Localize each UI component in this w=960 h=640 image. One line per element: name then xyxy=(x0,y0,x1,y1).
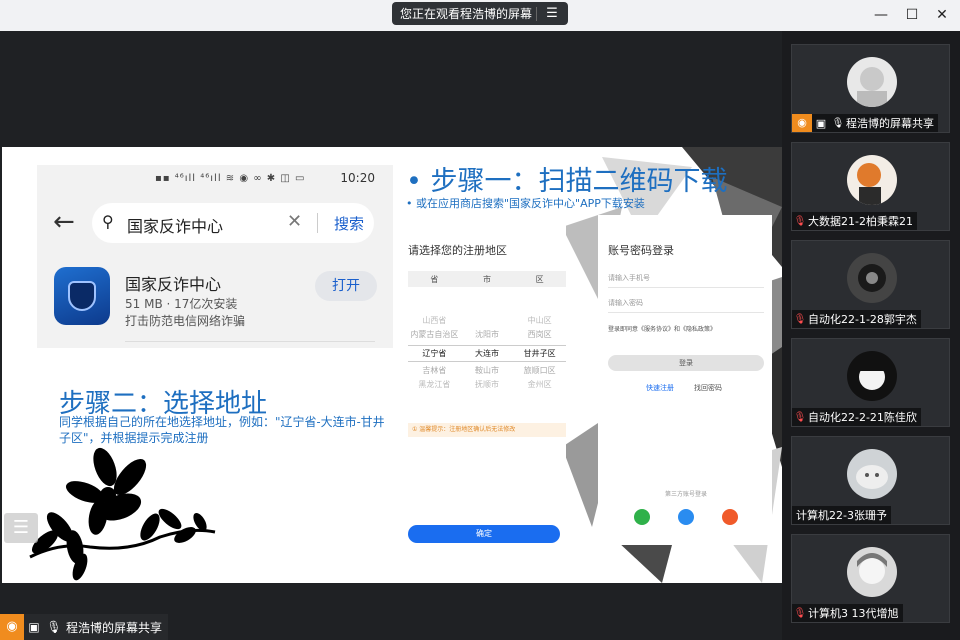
microphone-icon: 🎙 xyxy=(831,117,845,129)
region-row: 山西省 中山区 xyxy=(422,316,552,325)
muted-microphone-icon: 🎙 xyxy=(793,607,807,619)
participant-name: 计算机22-3张珊予 xyxy=(796,509,887,522)
screen-share-icon: ▣ xyxy=(28,620,40,634)
region-warning: ① 温馨提示：注册地区确认后无法修改 xyxy=(408,423,566,437)
minimize-icon[interactable]: — xyxy=(872,6,890,24)
column-header: 区 xyxy=(535,274,544,284)
back-arrow-icon: ← xyxy=(53,207,75,237)
step1-title: • 步骤一：扫描二维码下载 xyxy=(406,166,728,197)
phone-field: 请输入手机号 xyxy=(608,273,764,288)
app-name: 国家反诈中心 xyxy=(125,275,222,294)
muted-microphone-icon: 🎙 xyxy=(793,313,807,325)
participant-tile[interactable]: 🎙 自动化22-1-28郭宇杰 xyxy=(791,240,950,329)
maximize-icon[interactable]: ☐ xyxy=(903,6,921,24)
avatar xyxy=(847,449,897,499)
participant-tile[interactable]: 🎙 自动化22-2-21陈佳欣 xyxy=(791,338,950,427)
status-time: 10:20 xyxy=(340,171,375,185)
weibo-icon xyxy=(722,509,738,525)
search-query: 国家反诈中心 xyxy=(127,217,224,236)
shared-screen-area: ▪▪ ⁴⁶ıll ⁴⁶ıll ≋ ◉ ∞ ✱ ◫ ▭ 10:20 ← ⚲ 国家反… xyxy=(0,31,782,640)
participant-tile[interactable]: 🎙 计算机3 13代增旭 xyxy=(791,534,950,623)
presenter-badge-icon: ◉ xyxy=(0,614,24,640)
avatar xyxy=(847,547,897,597)
password-field: 请输入密码 xyxy=(608,298,764,313)
region-row-selected: 辽宁省 大连市 甘井子区 xyxy=(408,345,566,362)
participant-label: 计算机22-3张珊予 xyxy=(792,506,891,524)
participant-name: 自动化22-1-28郭宇杰 xyxy=(808,313,917,326)
login-button: 登录 xyxy=(608,355,764,371)
flower-decoration xyxy=(29,447,216,581)
participant-tile[interactable]: ◉ ▣ 🎙 程浩博的屏幕共享 xyxy=(791,44,950,133)
step2-description: 同学根据自己的所在地选择地址，例如："辽宁省-大连市-甘井子区"，并根据提示完成… xyxy=(59,415,385,445)
participant-name: 程浩博的屏幕共享 xyxy=(846,117,934,130)
participant-tile[interactable]: 计算机22-3张珊予 xyxy=(791,436,950,525)
login-screenshot: 账号密码登录 请输入手机号 请输入密码 登录即同意《服务协议》和《隐私政策》 登… xyxy=(598,215,772,545)
search-icon: ⚲ xyxy=(102,212,114,231)
app-meta: 51 MB · 17亿次安装 xyxy=(125,297,238,311)
open-app-button: 打开 xyxy=(315,271,377,301)
clear-icon: ✕ xyxy=(287,211,303,232)
participant-tile[interactable]: 🎙 大数据21-2柏秉霖21 xyxy=(791,142,950,231)
presenter-name: 程浩博的屏幕共享 xyxy=(66,620,163,635)
share-banner-text: 您正在观看程浩博的屏幕 xyxy=(400,7,533,21)
wechat-icon xyxy=(634,509,650,525)
confirm-button: 确定 xyxy=(408,525,560,543)
avatar xyxy=(847,253,897,303)
agreement-text: 登录即同意《服务协议》和《隐私政策》 xyxy=(608,326,717,333)
column-header: 市 xyxy=(482,274,491,284)
search-bar: ⚲ 国家反诈中心 ✕ 搜索 xyxy=(92,203,374,243)
divider xyxy=(125,341,375,342)
presenter-badge-icon: ◉ xyxy=(792,114,812,132)
list-icon[interactable]: ☰ xyxy=(537,6,567,21)
participant-label: ◉ ▣ 🎙 程浩博的屏幕共享 xyxy=(792,114,938,132)
app-shield-icon xyxy=(54,267,110,325)
avatar xyxy=(847,351,897,401)
region-picker-screenshot: 请选择您的注册地区 省 市 区 山西省 中山区 内蒙古自治区 沈阳市 西岗区 辽宁省大… xyxy=(404,215,566,583)
region-row: 黑龙江省 抚顺市 金州区 xyxy=(418,380,552,389)
window-title-bar: 您正在观看程浩博的屏幕 ☰ — ☐ ✕ xyxy=(0,0,960,31)
participant-label: 🎙 计算机3 13代增旭 xyxy=(792,604,903,622)
participant-name: 大数据21-2柏秉霖21 xyxy=(808,215,913,228)
register-link: 快速注册 xyxy=(646,384,674,392)
share-banner[interactable]: 您正在观看程浩博的屏幕 ☰ xyxy=(392,2,568,25)
participant-list: ◉ ▣ 🎙 程浩博的屏幕共享 🎙 大数据21-2柏秉霖21 🎙 自动化22-1-… xyxy=(782,31,960,640)
login-title: 账号密码登录 xyxy=(608,244,674,257)
column-header: 省 xyxy=(430,274,439,284)
participant-name: 计算机3 13代增旭 xyxy=(808,607,899,620)
presenter-tag: ◉ ▣ 🎙 程浩博的屏幕共享 xyxy=(0,614,169,640)
region-row: 内蒙古自治区 沈阳市 西岗区 xyxy=(410,330,552,339)
region-columns: 省 市 区 xyxy=(408,271,566,287)
avatar xyxy=(847,155,897,205)
microphone-icon: 🎙 xyxy=(46,620,62,634)
third-party-label: 第三方账号登录 xyxy=(664,491,707,498)
presentation-slide: ▪▪ ⁴⁶ıll ⁴⁶ıll ≋ ◉ ∞ ✱ ◫ ▭ 10:20 ← ⚲ 国家反… xyxy=(2,147,782,583)
muted-microphone-icon: 🎙 xyxy=(793,411,807,423)
participant-label: 🎙 自动化22-2-21陈佳欣 xyxy=(792,408,921,426)
close-icon[interactable]: ✕ xyxy=(933,6,951,24)
participant-label: 🎙 大数据21-2柏秉霖21 xyxy=(792,212,917,230)
slide-list-button[interactable]: ☰ xyxy=(4,513,38,543)
divider xyxy=(317,213,318,233)
search-button: 搜索 xyxy=(334,215,365,233)
qq-icon xyxy=(678,509,694,525)
appstore-screenshot: ▪▪ ⁴⁶ıll ⁴⁶ıll ≋ ◉ ∞ ✱ ◫ ▭ 10:20 ← ⚲ 国家反… xyxy=(37,165,393,348)
muted-microphone-icon: 🎙 xyxy=(793,215,807,227)
participant-name: 自动化22-2-21陈佳欣 xyxy=(808,411,917,424)
forgot-password-link: 找回密码 xyxy=(694,384,722,392)
region-row: 吉林省 鞍山市 旅顺口区 xyxy=(422,366,556,375)
participant-label: 🎙 自动化22-1-28郭宇杰 xyxy=(792,310,921,328)
step1-subtitle: • 或在应用商店搜索"国家反诈中心"APP下载安装 xyxy=(406,197,645,210)
app-description: 打击防范电信网络诈骗 xyxy=(125,314,246,328)
region-title: 请选择您的注册地区 xyxy=(408,244,507,257)
avatar xyxy=(847,57,897,107)
screen-share-icon: ▣ xyxy=(815,116,827,130)
